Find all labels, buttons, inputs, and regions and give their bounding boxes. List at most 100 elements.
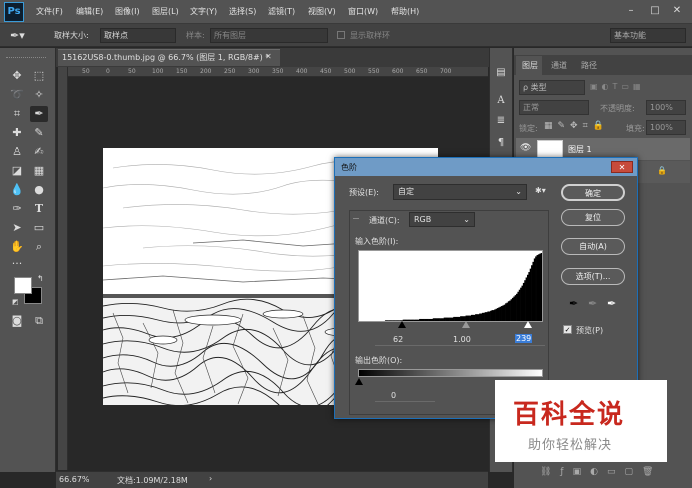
- reset-button[interactable]: 复位: [561, 209, 625, 226]
- eyedropper-preset-icon[interactable]: ✒▾: [10, 27, 32, 44]
- eyedropper-tool-icon[interactable]: ✒: [30, 106, 48, 122]
- healing-tool-icon[interactable]: ✚: [8, 125, 26, 141]
- status-menu-arrow-icon[interactable]: ›: [209, 474, 212, 483]
- close-document-icon[interactable]: ✕: [265, 52, 272, 61]
- workspace-select[interactable]: 基本功能: [610, 28, 686, 43]
- ruler-label: 350: [272, 68, 284, 75]
- white-point-eyedropper-icon[interactable]: ✒: [607, 297, 616, 310]
- show-ring-checkbox[interactable]: [337, 31, 345, 39]
- layer-filter-select[interactable]: ρ 类型: [519, 80, 585, 95]
- blur-tool-icon[interactable]: 💧: [8, 182, 26, 198]
- menu-layer[interactable]: 图层(L): [152, 6, 179, 17]
- gradient-tool-icon[interactable]: ▦: [30, 163, 48, 179]
- ruler-label: 250: [224, 68, 236, 75]
- menu-help[interactable]: 帮助(H): [391, 6, 419, 17]
- tab-layers[interactable]: 图层: [522, 60, 538, 71]
- auto-button[interactable]: 自动(A): [561, 238, 625, 255]
- tab-paths[interactable]: 路径: [581, 60, 597, 71]
- output-gradient-bar: [358, 369, 543, 377]
- menu-filter[interactable]: 滤镜(T): [268, 6, 295, 17]
- lock-icons[interactable]: ▦✎✥⌗🔒: [544, 121, 609, 131]
- options-button[interactable]: 选项(T)...: [561, 268, 625, 285]
- ok-button[interactable]: 确定: [561, 184, 625, 201]
- sample-size-select[interactable]: 取样点: [100, 28, 176, 43]
- tab-channels[interactable]: 通道: [551, 60, 567, 71]
- menu-select[interactable]: 选择(S): [229, 6, 256, 17]
- crop-tool-icon[interactable]: ⌗: [8, 106, 26, 122]
- opacity-input[interactable]: 100%: [646, 100, 686, 115]
- preview-checkbox[interactable]: ✓: [563, 325, 572, 334]
- layer-name[interactable]: 图层 1: [568, 144, 592, 155]
- preset-options-gear-icon[interactable]: ✱▾: [535, 186, 546, 195]
- stamp-tool-icon[interactable]: ♙: [8, 144, 26, 160]
- output-levels-label: 输出色阶(O):: [355, 356, 403, 365]
- history-panel-icon[interactable]: ▤: [494, 66, 508, 80]
- sample-label: 样本:: [186, 31, 205, 40]
- document-tab[interactable]: 15162US8-0.thumb.jpg @ 66.7% (图层 1, RGB/…: [58, 49, 280, 66]
- menu-window[interactable]: 窗口(W): [348, 6, 378, 17]
- eraser-tool-icon[interactable]: ◪: [8, 163, 26, 179]
- ruler-label: 550: [368, 68, 380, 75]
- path-selection-tool-icon[interactable]: ➤: [8, 220, 26, 236]
- layer-filter-icons[interactable]: ▣◐T▭▦: [590, 82, 686, 92]
- input-gamma-slider[interactable]: [462, 321, 470, 328]
- zoom-level[interactable]: 66.67%: [59, 475, 90, 484]
- quick-mask-icon[interactable]: ◙: [8, 313, 26, 329]
- show-ring-label: 显示取样环: [350, 31, 390, 40]
- foreground-color-swatch[interactable]: [14, 277, 32, 294]
- channel-value: RGB: [414, 215, 432, 224]
- output-black-slider[interactable]: [355, 378, 363, 385]
- output-black-value[interactable]: 0: [391, 391, 396, 400]
- input-gamma-value[interactable]: 1.00: [453, 335, 471, 344]
- history-brush-tool-icon[interactable]: ✍: [30, 144, 48, 160]
- pen-tool-icon[interactable]: ✑: [8, 201, 26, 217]
- input-black-slider[interactable]: [398, 321, 406, 328]
- zoom-tool-icon[interactable]: ⌕: [30, 239, 48, 255]
- preset-select[interactable]: 自定 ⌄: [393, 184, 527, 200]
- marquee-tool-icon[interactable]: ⬚: [30, 68, 48, 84]
- input-white-value[interactable]: 239: [515, 334, 533, 343]
- layer-actions-bar[interactable]: ⛓ƒ▣◐▭▢🗑: [540, 467, 662, 477]
- layer-lock-icon: 🔒: [657, 166, 667, 175]
- blend-mode-select[interactable]: 正常: [519, 100, 589, 115]
- visibility-eye-icon[interactable]: 👁: [520, 143, 531, 153]
- dialog-title-bar: [335, 158, 637, 176]
- document-tab-title: 15162US8-0.thumb.jpg @ 66.7% (图层 1, RGB/…: [62, 53, 270, 62]
- channel-select[interactable]: RGB ⌄: [409, 212, 475, 227]
- ruler-label: 450: [320, 68, 332, 75]
- paragraph-panel-icon[interactable]: ¶: [494, 136, 508, 150]
- histogram: [358, 250, 543, 322]
- type-tool-icon[interactable]: T: [30, 201, 48, 217]
- move-tool-icon[interactable]: ✥: [8, 68, 26, 84]
- brush-tool-icon[interactable]: ✎: [30, 125, 48, 141]
- character-panel-icon[interactable]: A: [494, 94, 508, 108]
- black-point-eyedropper-icon[interactable]: ✒: [569, 297, 578, 310]
- gray-point-eyedropper-icon[interactable]: ✒: [588, 297, 597, 310]
- fill-input[interactable]: 100%: [646, 120, 686, 135]
- ruler-label: 50: [128, 68, 136, 75]
- magic-wand-tool-icon[interactable]: ✧: [30, 87, 48, 103]
- maximize-button[interactable]: □: [648, 4, 662, 18]
- chevron-down-icon: ⌄: [463, 215, 470, 224]
- menu-type[interactable]: 文字(Y): [190, 6, 217, 17]
- swap-colors-icon[interactable]: ↰: [37, 274, 44, 283]
- lasso-tool-icon[interactable]: ➰: [8, 87, 26, 103]
- menu-file[interactable]: 文件(F): [36, 6, 63, 17]
- dodge-tool-icon[interactable]: ●: [30, 182, 48, 198]
- menu-edit[interactable]: 编辑(E): [76, 6, 103, 17]
- input-black-value[interactable]: 62: [393, 335, 403, 344]
- menu-image[interactable]: 图像(I): [115, 6, 140, 17]
- ruler-label: 600: [392, 68, 404, 75]
- paragraph-styles-icon[interactable]: ≣: [494, 114, 508, 128]
- screen-mode-icon[interactable]: ⧉: [30, 313, 48, 329]
- sample-select[interactable]: 所有图层: [210, 28, 328, 43]
- dialog-close-button[interactable]: ✕: [611, 161, 633, 173]
- close-window-button[interactable]: ✕: [670, 4, 684, 18]
- shape-tool-icon[interactable]: ▭: [30, 220, 48, 236]
- default-colors-icon[interactable]: ◩: [12, 298, 19, 306]
- more-tools-icon[interactable]: ···: [8, 256, 26, 272]
- input-white-slider[interactable]: [524, 321, 532, 328]
- menu-view[interactable]: 视图(V): [308, 6, 336, 17]
- minimize-button[interactable]: –: [624, 4, 638, 18]
- hand-tool-icon[interactable]: ✋: [8, 239, 26, 255]
